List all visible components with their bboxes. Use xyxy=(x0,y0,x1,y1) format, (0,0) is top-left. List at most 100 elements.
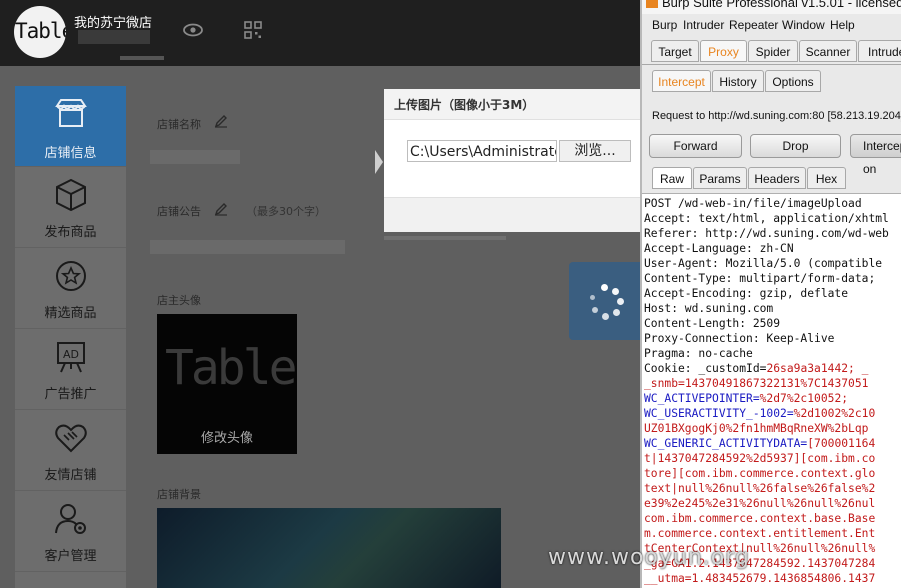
request-line-key: Accept-Encoding: gzip, deflate xyxy=(644,287,849,300)
shop-notice-label: 店铺公告 xyxy=(157,205,201,218)
sidebar-item-customer-management[interactable]: 客户管理 xyxy=(15,491,126,572)
spinner-dot xyxy=(590,295,595,300)
tab-spider[interactable]: Spider xyxy=(748,40,798,62)
tab-hex[interactable]: Hex xyxy=(807,167,846,189)
upload-image-dialog: 上传图片（图像小于3M） C:\Users\Administrato 浏览... xyxy=(384,89,640,232)
ad-icon: AD xyxy=(57,342,85,373)
sidebar-item-friend-shops[interactable]: 友情店铺 xyxy=(15,410,126,491)
tab-scanner[interactable]: Scanner xyxy=(799,40,857,62)
star-icon xyxy=(56,261,86,291)
shop-logo[interactable]: Table xyxy=(14,6,66,58)
request-line: tore][com.ibm.commerce.context.glo xyxy=(644,466,889,481)
request-line: m.commerce.context.entitlement.Ent xyxy=(644,526,889,541)
tab-intruder[interactable]: Intruder xyxy=(858,40,901,62)
menu-window[interactable]: Window xyxy=(782,18,825,32)
sidebar-item-label: 友情店铺 xyxy=(44,468,97,483)
sidebar-item-label: 店铺信息 xyxy=(44,146,97,161)
divider xyxy=(384,236,506,240)
eye-icon[interactable] xyxy=(183,23,203,37)
spinner-dot xyxy=(602,313,609,320)
request-line-key: Cookie: _customId= xyxy=(644,362,767,375)
dialog-header: 上传图片（图像小于3M） xyxy=(384,89,640,120)
tab-params[interactable]: Params xyxy=(693,167,747,189)
sidebar-item-shop-info[interactable]: 店铺信息 xyxy=(15,86,126,167)
request-line-key: WC_GENERIC_ACTIVITYDATA= xyxy=(644,437,808,450)
burp-suite-window: Burp Suite Professional v1.5.01 - licens… xyxy=(640,0,901,588)
shop-name-value-blurred xyxy=(150,150,240,164)
request-line-key: tore][com.ibm.commerce.context.glo xyxy=(644,467,876,480)
request-line-key: text|null%26null%26false%26false%2 xyxy=(644,482,876,495)
request-line: com.ibm.commerce.context.base.Base xyxy=(644,511,889,526)
request-line-value: 26sa9a3a1442; _ xyxy=(766,362,869,375)
request-line-key: Proxy-Connection: Keep-Alive xyxy=(644,332,835,345)
burp-titlebar: Burp Suite Professional v1.5.01 - licens… xyxy=(642,0,901,14)
message-view-tabs: Raw Params Headers Hex xyxy=(642,167,901,193)
request-line-value: 14370491867322131%7C1437051 xyxy=(684,377,869,390)
request-line: Pragma: no-cache xyxy=(644,346,889,361)
handshake-icon xyxy=(55,424,87,453)
tab-target[interactable]: Target xyxy=(651,40,699,62)
raw-request-editor[interactable]: POST /wd-web-in/file/imageUpload Accept: … xyxy=(642,193,901,588)
request-line-key: Accept: text/html, application/xhtml xyxy=(644,212,889,225)
request-line-value: [700001164 xyxy=(807,437,876,450)
owner-avatar[interactable]: Table 修改头像 xyxy=(157,314,297,454)
request-line-key: _snmb= xyxy=(644,377,685,390)
menu-help[interactable]: Help xyxy=(830,18,855,32)
sidebar-item-label: 客户管理 xyxy=(44,549,97,564)
tab-proxy[interactable]: Proxy xyxy=(700,40,747,62)
tab-intercept[interactable]: Intercept xyxy=(652,70,711,92)
file-path-input[interactable]: C:\Users\Administrato xyxy=(407,140,557,162)
raw-request-text[interactable]: POST /wd-web-in/file/imageUpload Accept: … xyxy=(644,196,889,586)
request-line-key: UZ01BXgogKj0%2fn1hmMBqRneXW%2bLqp xyxy=(644,422,869,435)
burp-app-icon xyxy=(646,0,658,8)
customer-gear-icon xyxy=(55,504,86,534)
tab-options[interactable]: Options xyxy=(765,70,821,92)
burp-title: Burp Suite Professional v1.5.01 - licens… xyxy=(662,0,901,10)
menu-burp[interactable]: Burp xyxy=(652,18,677,32)
tab-headers[interactable]: Headers xyxy=(748,167,806,189)
menu-repeater[interactable]: Repeater xyxy=(729,18,778,32)
request-line: WC_USERACTIVITY_-1002=%2d1002%2c10 xyxy=(644,406,889,421)
tab-history[interactable]: History xyxy=(712,70,764,92)
sidebar-item-label: 广告推广 xyxy=(44,387,97,402)
request-line-key: __utma=1.483452679.1436854806.1437 xyxy=(644,572,876,585)
request-line: User-Agent: Mozilla/5.0 (compatible xyxy=(644,256,889,271)
request-line: Accept: text/html, application/xhtml xyxy=(644,211,889,226)
request-line: Cookie: _customId=26sa9a3a1442; _ xyxy=(644,361,889,376)
request-line-key: m.commerce.context.entitlement.Ent xyxy=(644,527,876,540)
shop-background-label: 店铺背景 xyxy=(157,488,201,501)
menu-intruder[interactable]: Intruder xyxy=(683,18,724,32)
request-line-value: %2d1002%2c10 xyxy=(793,407,876,420)
request-line: Content-Length: 2509 xyxy=(644,316,889,331)
request-line: Host: wd.suning.com xyxy=(644,301,889,316)
svg-text:AD: AD xyxy=(63,348,79,361)
notice-hint: （最多30个字） xyxy=(246,205,326,218)
tab-raw[interactable]: Raw xyxy=(652,167,692,189)
browse-button[interactable]: 浏览... xyxy=(559,140,631,162)
shop-notice-value-blurred xyxy=(150,240,345,254)
request-line: WC_ACTIVEPOINTER=%2d7%2c10052; xyxy=(644,391,889,406)
box-icon xyxy=(56,178,86,212)
intercept-toggle-button[interactable]: Intercept is on xyxy=(850,134,901,176)
dialog-pointer-arrow xyxy=(375,150,383,174)
request-line-key: POST /wd-web-in/file/imageUpload xyxy=(644,197,862,210)
request-line: Accept-Language: zh-CN xyxy=(644,241,889,256)
sidebar-item-featured-products[interactable]: 精选商品 xyxy=(15,248,126,329)
sidebar-item-ad-promotion[interactable]: AD 广告推广 xyxy=(15,329,126,410)
edit-pencil-icon[interactable] xyxy=(214,202,228,216)
request-line: POST /wd-web-in/file/imageUpload xyxy=(644,196,889,211)
request-line: text|null%26null%26false%26false%2 xyxy=(644,481,889,496)
request-line: WC_GENERIC_ACTIVITYDATA=[700001164 xyxy=(644,436,889,451)
sidebar-item-publish-product[interactable]: 发布商品 xyxy=(15,167,126,248)
request-line: __utma=1.483452679.1436854806.1437 xyxy=(644,571,889,586)
edit-pencil-icon[interactable] xyxy=(214,114,228,128)
shop-background-image[interactable] xyxy=(157,508,501,588)
request-line-key: WC_ACTIVEPOINTER= xyxy=(644,392,760,405)
drop-button[interactable]: Drop xyxy=(750,134,841,158)
forward-button[interactable]: Forward xyxy=(649,134,742,158)
change-avatar-link[interactable]: 修改头像 xyxy=(157,427,297,446)
shop-name-label: 店铺名称 xyxy=(157,118,201,131)
shop-subtitle-blurred xyxy=(78,30,150,44)
spinner-dot xyxy=(592,307,598,313)
qr-code-icon[interactable] xyxy=(244,21,262,39)
